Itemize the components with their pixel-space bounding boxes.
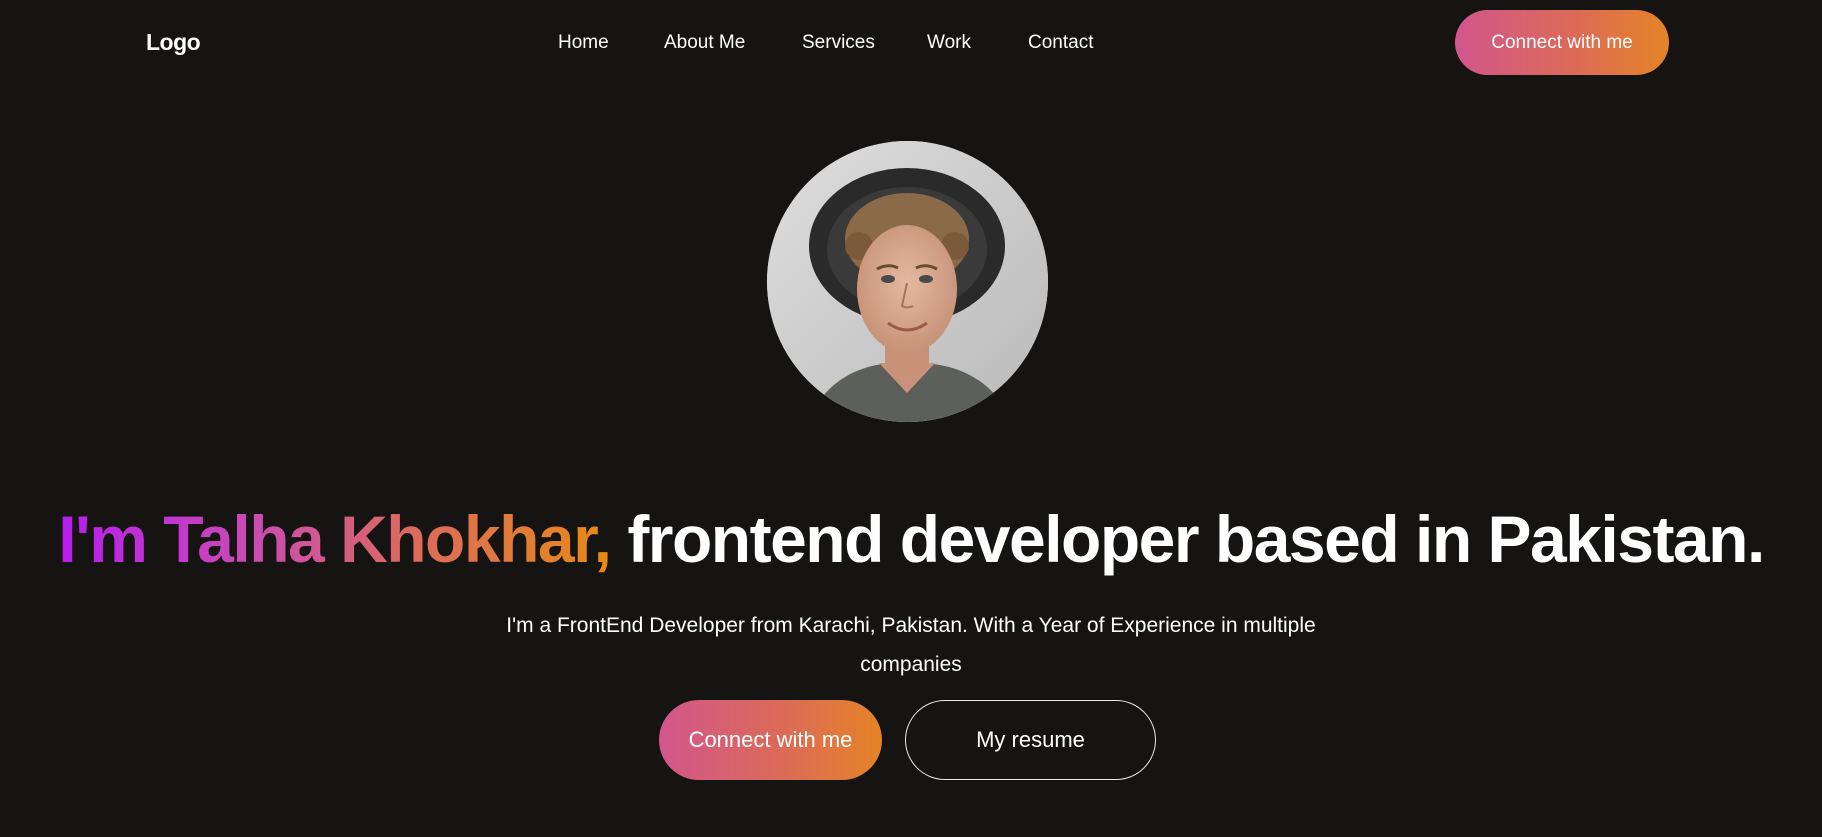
- portfolio-page: Logo Home About Me Services Work Contact…: [0, 0, 1822, 837]
- hero-connect-button[interactable]: Connect with me: [659, 700, 882, 780]
- hero-actions: Connect with me My resume: [659, 700, 1156, 780]
- nav-connect-button[interactable]: Connect with me: [1455, 10, 1669, 75]
- hero-headline: I'm Talha Khokhar, frontend developer ba…: [0, 500, 1822, 578]
- headline-name: I'm Talha Khokhar,: [58, 502, 612, 576]
- nav-links: Home About Me Services Work Contact: [558, 32, 1108, 54]
- logo[interactable]: Logo: [146, 29, 201, 56]
- profile-photo-illustration: [767, 141, 1048, 422]
- nav-link-contact[interactable]: Contact: [1028, 32, 1108, 54]
- nav-link-work[interactable]: Work: [927, 32, 1028, 54]
- nav-link-home[interactable]: Home: [558, 32, 664, 54]
- nav-link-about-me[interactable]: About Me: [664, 32, 802, 54]
- profile-photo: [767, 141, 1048, 422]
- headline-rest: frontend developer based in Pakistan.: [627, 502, 1765, 576]
- hero-intro: I'm a FrontEnd Developer from Karachi, P…: [506, 614, 1316, 676]
- navbar: Logo Home About Me Services Work Contact…: [0, 0, 1822, 86]
- nav-link-services[interactable]: Services: [802, 32, 927, 54]
- resume-button[interactable]: My resume: [905, 700, 1156, 780]
